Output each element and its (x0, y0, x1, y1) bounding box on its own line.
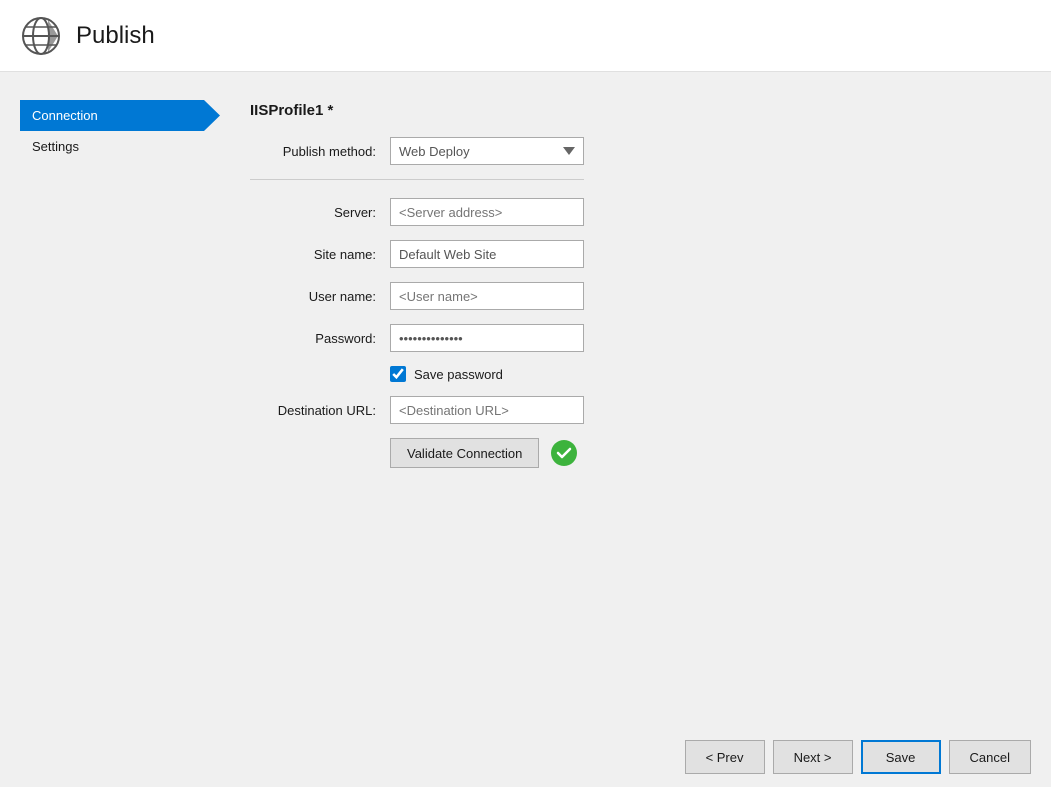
divider (250, 179, 584, 180)
footer: < Prev Next > Save Cancel (0, 727, 1051, 787)
user-name-input[interactable] (390, 282, 584, 310)
publish-method-row: Publish method: Web Deploy Web Deploy Pa… (250, 137, 584, 165)
save-password-checkbox[interactable] (390, 366, 406, 382)
sidebar-item-settings[interactable]: Settings (20, 131, 220, 162)
destination-url-label: Destination URL: (250, 403, 390, 418)
server-input[interactable] (390, 198, 584, 226)
next-button[interactable]: Next > (773, 740, 853, 774)
main-content: Connection Settings IISProfile1 * Publis… (0, 72, 634, 787)
validation-success-icon (551, 440, 577, 466)
validate-row: Validate Connection (390, 438, 584, 468)
sidebar: Connection Settings (20, 92, 220, 767)
cancel-button[interactable]: Cancel (949, 740, 1031, 774)
destination-url-row: Destination URL: (250, 396, 584, 424)
prev-button[interactable]: < Prev (685, 740, 765, 774)
dialog-header: Publish (0, 0, 1051, 72)
user-name-row: User name: (250, 282, 584, 310)
password-label: Password: (250, 331, 390, 346)
password-input[interactable] (390, 324, 584, 352)
publish-globe-icon (20, 15, 62, 57)
site-name-input[interactable] (390, 240, 584, 268)
server-row: Server: (250, 198, 584, 226)
user-name-label: User name: (250, 289, 390, 304)
server-label: Server: (250, 205, 390, 220)
page-title: Publish (76, 22, 155, 50)
site-name-label: Site name: (250, 247, 390, 262)
save-password-label[interactable]: Save password (414, 367, 503, 382)
site-name-row: Site name: (250, 240, 584, 268)
destination-url-input[interactable] (390, 396, 584, 424)
sidebar-item-connection[interactable]: Connection (20, 100, 220, 131)
password-row: Password: (250, 324, 584, 352)
publish-method-select[interactable]: Web Deploy Web Deploy Package FTP File S… (390, 137, 584, 165)
publish-method-label: Publish method: (250, 144, 390, 159)
main-wrapper: Connection Settings IISProfile1 * Publis… (0, 72, 1051, 787)
form-panel: IISProfile1 * Publish method: Web Deploy… (220, 92, 614, 767)
profile-title: IISProfile1 * (250, 102, 584, 119)
save-password-row: Save password (390, 366, 584, 382)
save-button[interactable]: Save (861, 740, 941, 774)
validate-connection-button[interactable]: Validate Connection (390, 438, 539, 468)
